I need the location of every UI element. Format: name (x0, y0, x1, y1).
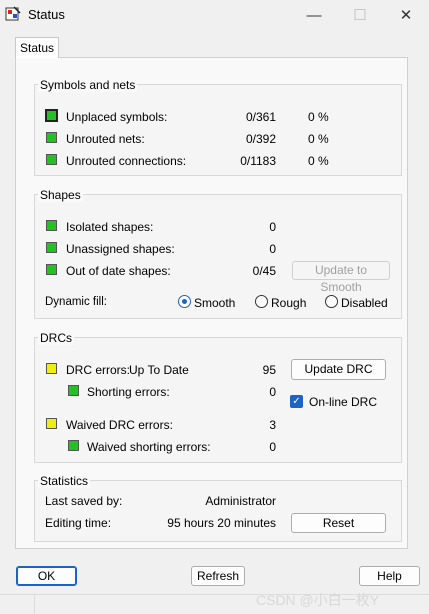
isolated-shapes-label: Isolated shapes: (66, 220, 154, 234)
reset-button[interactable]: Reset (291, 513, 386, 533)
last-saved-value: Administrator (205, 494, 276, 508)
status-bar-separator (34, 595, 35, 614)
status-indicator (46, 132, 57, 143)
unplaced-symbols-label: Unplaced symbols: (66, 110, 168, 124)
drc-status-text: Up To Date (129, 363, 189, 377)
status-indicator (46, 242, 57, 253)
unrouted-nets-label: Unrouted nets: (66, 132, 145, 146)
status-indicator (68, 440, 79, 451)
shapes-heading: Shapes (38, 188, 83, 202)
unassigned-shapes-value: 0 (269, 242, 276, 256)
app-icon (5, 6, 21, 21)
smooth-radio[interactable] (178, 295, 191, 308)
tab-status[interactable]: Status (15, 37, 59, 58)
disabled-radio[interactable] (325, 295, 338, 308)
waived-shorting-errors-value: 0 (269, 440, 276, 454)
waived-shorting-errors-label: Waived shorting errors: (87, 440, 211, 454)
drc-status-indicator (46, 418, 57, 429)
update-to-smooth-button[interactable]: Update to Smooth (292, 261, 390, 294)
drc-heading: DRCs (38, 331, 74, 345)
window-title: Status (28, 7, 65, 22)
symbols-nets-heading: Symbols and nets (38, 78, 138, 92)
online-drc-label: On-line DRC (309, 395, 378, 409)
drc-errors-value: 95 (262, 363, 276, 377)
maximize-icon[interactable]: ☐ (337, 0, 383, 30)
isolated-shapes-value: 0 (269, 220, 276, 234)
status-indicator (46, 154, 57, 165)
unrouted-connections-value: 0/1183 (240, 154, 276, 168)
unrouted-connections-label: Unrouted connections: (66, 154, 187, 168)
statistics-heading: Statistics (38, 474, 91, 488)
help-button[interactable]: Help (359, 566, 420, 586)
unplaced-symbols-value: 0/361 (245, 110, 276, 124)
out-of-date-shapes-label: Out of date shapes: (66, 264, 171, 278)
close-icon[interactable]: ✕ (383, 0, 429, 30)
unrouted-connections-percent: 0 % (308, 154, 329, 168)
watermark: CSDN @小白一枚Y (256, 592, 380, 608)
ok-button[interactable]: OK (16, 566, 77, 586)
status-indicator (45, 109, 58, 122)
unassigned-shapes-label: Unassigned shapes: (66, 242, 175, 256)
unrouted-nets-value: 0/392 (245, 132, 276, 146)
editing-time-value: 95 hours 20 minutes (167, 516, 276, 530)
rough-radio[interactable] (255, 295, 268, 308)
status-indicator (68, 385, 79, 396)
status-indicator (46, 220, 57, 231)
unplaced-symbols-percent: 0 % (308, 110, 329, 124)
status-indicator (46, 264, 57, 275)
out-of-date-shapes-value: 0/45 (252, 264, 276, 278)
smooth-radio-label: Smooth (194, 296, 236, 310)
last-saved-label: Last saved by: (45, 494, 123, 508)
waived-drc-errors-value: 3 (269, 418, 276, 432)
waived-drc-errors-label: Waived DRC errors: (66, 418, 173, 432)
disabled-radio-label: Disabled (341, 296, 388, 310)
online-drc-checkbox[interactable]: ✓ (290, 395, 303, 408)
dynamic-fill-label: Dynamic fill: (45, 296, 107, 308)
shorting-errors-value: 0 (269, 385, 276, 399)
drc-errors-label: DRC errors: (66, 363, 131, 377)
minimize-icon[interactable]: — (291, 0, 337, 30)
editing-time-label: Editing time: (45, 516, 112, 530)
drc-status-indicator (46, 363, 57, 374)
shorting-errors-label: Shorting errors: (87, 385, 170, 399)
update-drc-button[interactable]: Update DRC (291, 359, 386, 380)
rough-radio-label: Rough (271, 296, 307, 310)
refresh-button[interactable]: Refresh (191, 566, 245, 586)
unrouted-nets-percent: 0 % (308, 132, 329, 146)
